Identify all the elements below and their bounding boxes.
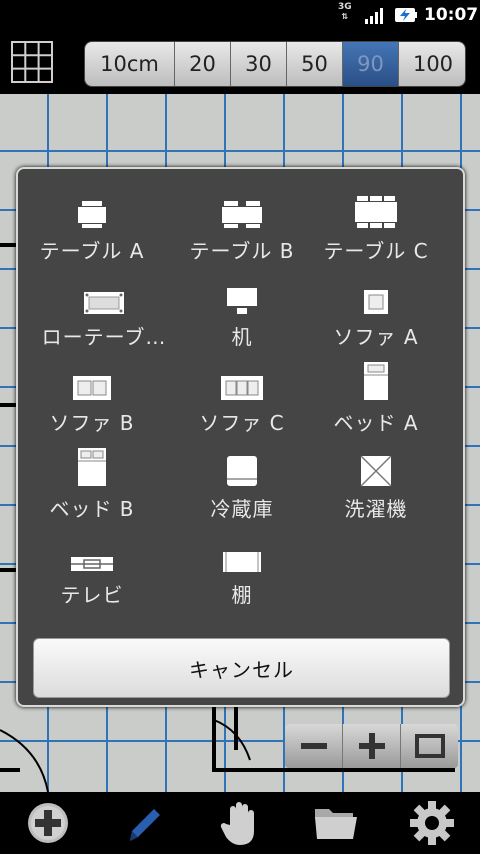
- scale-selector: 10cm 20 30 50 90 100: [84, 41, 466, 87]
- furniture-grid: テーブル A テーブル B テーブル C ローテーブ… 机 ソファ A ソファ …: [18, 169, 467, 629]
- add-button[interactable]: [0, 792, 96, 854]
- furniture-item-table-a[interactable]: テーブル A: [22, 189, 162, 269]
- pen-icon: [130, 809, 160, 841]
- network-type: 3G ⇅: [338, 2, 352, 22]
- washing-machine-icon: [360, 455, 392, 487]
- furniture-item-refrigerator[interactable]: 冷蔵庫: [172, 447, 312, 527]
- hand-icon: [220, 802, 254, 845]
- desk-icon: [227, 288, 257, 314]
- furniture-picker-dialog: テーブル A テーブル B テーブル C ローテーブ… 机 ソファ A ソファ …: [16, 167, 465, 707]
- tv-icon: [71, 557, 113, 571]
- table-b-icon: [222, 201, 262, 228]
- bottom-toolbar: [0, 792, 480, 854]
- furniture-item-table-c[interactable]: テーブル C: [306, 189, 446, 269]
- furniture-item-table-b[interactable]: テーブル B: [172, 189, 312, 269]
- furniture-item-low-table[interactable]: ローテーブ…: [34, 275, 174, 355]
- cancel-button[interactable]: キャンセル: [33, 638, 450, 698]
- folder-icon: [315, 809, 357, 839]
- zoom-in-icon: [358, 733, 385, 759]
- bed-b-icon: [78, 448, 106, 486]
- bed-a-icon: [364, 362, 388, 400]
- furniture-item-bed-a[interactable]: ベッド A: [306, 361, 446, 441]
- fit-icon: [414, 734, 445, 758]
- sofa-b-icon: [73, 376, 111, 400]
- low-table-icon: [84, 292, 124, 314]
- furniture-item-bed-b[interactable]: ベッド B: [22, 447, 162, 527]
- add-icon: [28, 803, 68, 843]
- folder-button[interactable]: [288, 792, 384, 854]
- furniture-item-tv[interactable]: テレビ: [22, 533, 162, 613]
- fit-button[interactable]: [401, 724, 458, 768]
- grid-icon[interactable]: [10, 40, 54, 84]
- scale-button-10cm[interactable]: 10cm: [85, 42, 175, 86]
- zoom-out-button[interactable]: [285, 724, 343, 768]
- status-bar: 3G ⇅ 10:07: [0, 0, 480, 30]
- settings-icon: [410, 801, 454, 845]
- zoom-controls: [285, 724, 458, 768]
- shelf-icon: [223, 552, 261, 572]
- furniture-item-desk[interactable]: 机: [172, 275, 312, 355]
- table-c-icon: [355, 196, 397, 228]
- zoom-out-icon: [300, 743, 327, 749]
- furniture-item-shelf[interactable]: 棚: [172, 533, 312, 613]
- clock: 10:07: [424, 5, 479, 25]
- scale-button-100[interactable]: 100: [399, 42, 465, 86]
- sofa-a-icon: [364, 290, 388, 314]
- zoom-in-button[interactable]: [343, 724, 401, 768]
- signal-icon: [365, 8, 383, 24]
- scale-button-30[interactable]: 30: [231, 42, 287, 86]
- top-toolbar: 10cm 20 30 50 90 100: [0, 30, 480, 94]
- furniture-item-sofa-c[interactable]: ソファ C: [172, 361, 312, 441]
- sofa-c-icon: [221, 376, 263, 400]
- pen-button[interactable]: [96, 792, 192, 854]
- refrigerator-icon: [227, 456, 257, 486]
- scale-button-50[interactable]: 50: [287, 42, 343, 86]
- battery-charging-icon: [395, 8, 417, 22]
- furniture-item-sofa-a[interactable]: ソファ A: [306, 275, 446, 355]
- furniture-item-sofa-b[interactable]: ソファ B: [22, 361, 162, 441]
- table-a-icon: [78, 201, 106, 228]
- scale-button-20[interactable]: 20: [175, 42, 231, 86]
- furniture-item-washing-machine[interactable]: 洗濯機: [306, 447, 446, 527]
- hand-button[interactable]: [192, 792, 288, 854]
- settings-button[interactable]: [384, 792, 480, 854]
- scale-button-90[interactable]: 90: [343, 42, 399, 86]
